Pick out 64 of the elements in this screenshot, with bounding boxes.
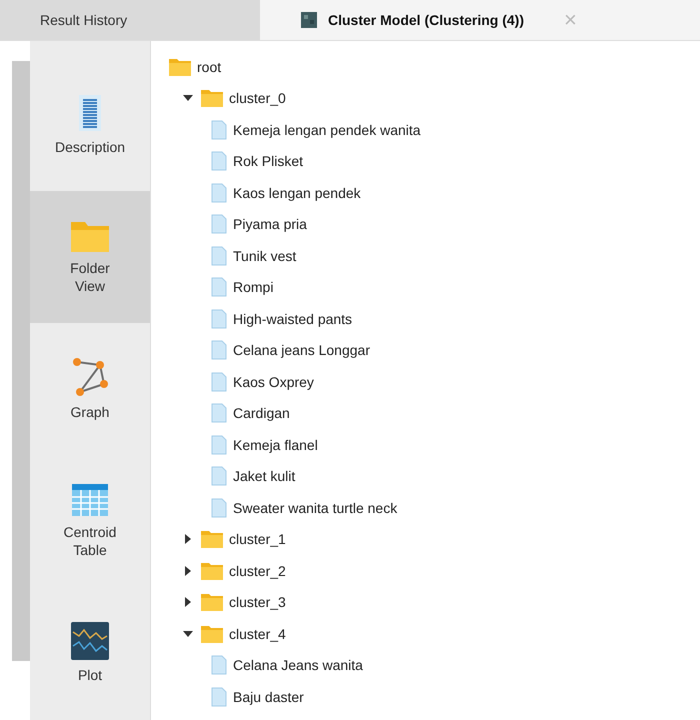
folder-icon xyxy=(201,562,223,580)
view-button[interactable]: Folder View xyxy=(30,191,150,323)
tree-item[interactable]: cluster_1 xyxy=(229,531,286,548)
view-label: Folder View xyxy=(69,258,111,296)
view-button[interactable]: Graph xyxy=(30,323,150,455)
view-button[interactable]: Centroid Table xyxy=(30,455,150,587)
file-icon xyxy=(211,277,227,298)
tree-item[interactable]: Kaos Oxprey xyxy=(233,374,314,390)
graph-icon xyxy=(72,356,108,397)
tree-item[interactable]: High-waisted pants xyxy=(233,310,352,327)
tree-item[interactable]: Cardigan xyxy=(233,405,290,422)
tree-item[interactable]: Celana jeans Longgar xyxy=(233,342,370,358)
view-label: Plot xyxy=(76,666,104,684)
tree-item[interactable]: Kaos lengan pendek xyxy=(233,184,361,201)
file-icon xyxy=(211,120,227,140)
folder-icon xyxy=(201,530,223,548)
file-icon xyxy=(211,372,227,392)
view-button[interactable]: Plot xyxy=(30,587,150,719)
file-icon xyxy=(211,686,227,707)
tree-item[interactable]: Kemeja flanel xyxy=(233,436,318,453)
tree-item[interactable]: Jaket kulit xyxy=(233,468,296,484)
file-icon xyxy=(211,214,227,234)
expander-icon[interactable] xyxy=(183,534,193,544)
file-icon xyxy=(211,308,227,329)
folder-icon xyxy=(201,593,223,612)
expander-icon[interactable] xyxy=(183,597,193,608)
model-icon xyxy=(300,11,318,29)
file-icon xyxy=(211,182,227,203)
scrollbar[interactable] xyxy=(12,61,30,661)
view-button[interactable]: Description xyxy=(30,59,150,191)
tree-item[interactable]: Rok Plisket xyxy=(233,153,304,170)
tree-item[interactable]: cluster_2 xyxy=(229,562,286,579)
file-icon xyxy=(211,498,227,518)
folder-icon xyxy=(201,624,223,643)
table-icon xyxy=(71,482,109,517)
file-icon xyxy=(211,246,227,266)
file-icon xyxy=(211,655,227,676)
tab[interactable]: Cluster Model (Clustering (4)) × xyxy=(260,0,700,40)
tree-item[interactable]: root xyxy=(197,58,222,75)
tree-item[interactable]: Sweater wanita turtle neck xyxy=(233,500,398,516)
plot-icon xyxy=(71,622,109,660)
expander-icon[interactable] xyxy=(183,628,193,639)
tree-item[interactable]: Baju daster xyxy=(233,688,304,705)
expander-icon[interactable] xyxy=(183,566,193,576)
file-icon xyxy=(211,466,227,486)
tree-item[interactable]: cluster_3 xyxy=(229,594,286,610)
tree-item[interactable]: cluster_0 xyxy=(229,90,286,106)
tree-item[interactable]: Piyama pria xyxy=(233,216,307,232)
file-icon xyxy=(211,434,227,455)
tree-item[interactable]: Celana Jeans wanita xyxy=(233,657,363,674)
file-icon xyxy=(211,340,227,360)
view-label: Centroid Table xyxy=(62,522,118,560)
folder-icon xyxy=(169,58,191,76)
expander-icon[interactable] xyxy=(183,93,193,104)
tree-item[interactable]: cluster_4 xyxy=(229,626,286,642)
tree-item[interactable]: Rompi xyxy=(233,279,274,296)
view-label: Description xyxy=(55,138,125,156)
folder-icon xyxy=(201,89,223,108)
file-icon xyxy=(211,403,227,424)
view-label: Graph xyxy=(70,402,110,422)
tree-item[interactable]: Kemeja lengan pendek wanita xyxy=(233,122,421,138)
tree-item[interactable]: Tunik vest xyxy=(233,248,296,264)
file-icon xyxy=(211,151,227,172)
tab[interactable]: Result History xyxy=(0,0,260,40)
